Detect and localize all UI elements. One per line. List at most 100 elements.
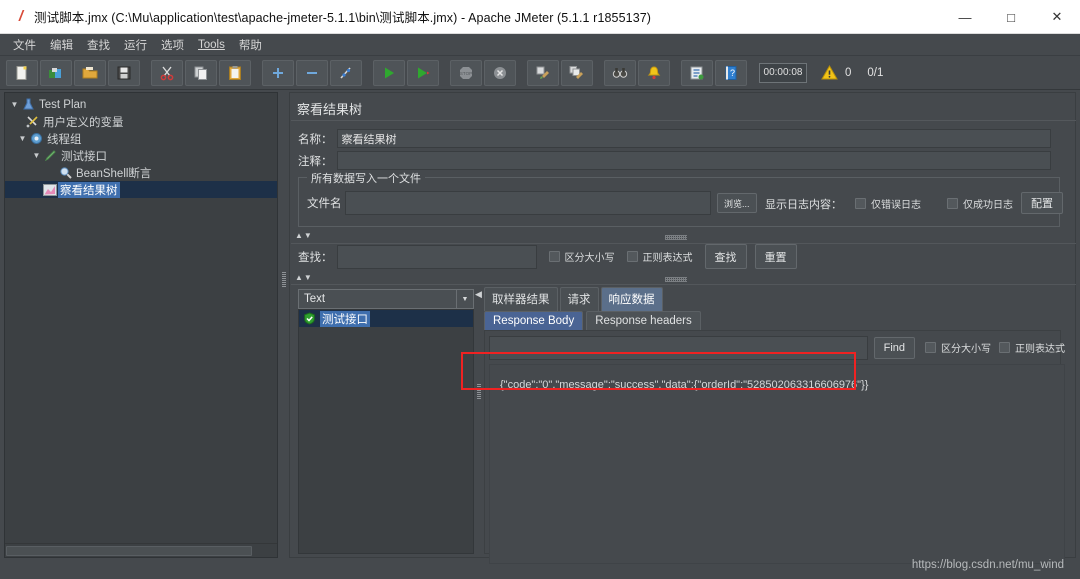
search-find-button[interactable]: 查找: [705, 244, 747, 269]
tab-request[interactable]: 请求: [560, 287, 599, 311]
checkbox-box[interactable]: [925, 342, 936, 353]
jmeter-feather-icon: /: [8, 8, 34, 25]
filename-input[interactable]: [345, 191, 711, 215]
success-only-checkbox[interactable]: 仅成功日志: [947, 196, 1013, 211]
filename-label: 文件名: [307, 195, 342, 211]
response-case-sensitive-checkbox[interactable]: 区分大小写: [925, 340, 991, 355]
search-regex-label: 正则表达式: [643, 249, 693, 264]
subtab-response-headers[interactable]: Response headers: [586, 311, 701, 331]
toolbar-toggle[interactable]: [330, 60, 362, 86]
maximize-button[interactable]: □: [988, 0, 1034, 34]
menu-run[interactable]: 运行: [117, 35, 154, 55]
toolbar-copy[interactable]: [185, 60, 217, 86]
toolbar-save[interactable]: [108, 60, 140, 86]
menu-options[interactable]: 选项: [154, 35, 191, 55]
search-input[interactable]: [337, 245, 537, 269]
response-find-input[interactable]: [489, 336, 868, 360]
search-reset-button[interactable]: 重置: [755, 244, 797, 269]
toolbar-cut[interactable]: [151, 60, 183, 86]
name-row: 名称： 察看结果树: [298, 129, 1051, 148]
tree-node-beanshell-assertion[interactable]: BeanShell断言: [5, 164, 277, 181]
splitter-grip[interactable]: [477, 384, 481, 400]
scrollbar-thumb[interactable]: [6, 546, 252, 556]
close-button[interactable]: ✕: [1034, 0, 1080, 34]
renderer-combo[interactable]: Text ▼: [298, 289, 474, 309]
search-case-sensitive-checkbox[interactable]: 区分大小写: [549, 249, 615, 264]
toolbar-clear-all[interactable]: [561, 60, 593, 86]
minimize-button[interactable]: —: [942, 0, 988, 34]
search-regex-checkbox[interactable]: 正则表达式: [627, 249, 693, 264]
checkbox-box[interactable]: [947, 198, 958, 209]
response-body-text: {"code":"0","message":"success","data":{…: [500, 379, 868, 391]
search-collapse-arrows[interactable]: ▲▼: [295, 273, 313, 282]
tree-horizontal-scrollbar[interactable]: [5, 543, 278, 557]
menu-help[interactable]: 帮助: [232, 35, 269, 55]
chevron-down-icon[interactable]: ▼: [17, 130, 28, 147]
chevron-down-icon[interactable]: ▼: [9, 96, 20, 113]
toolbar-shutdown[interactable]: [484, 60, 516, 86]
elapsed-timer: 00:00:08: [759, 63, 807, 83]
chevron-down-icon[interactable]: ▼: [456, 290, 473, 308]
toolbar-start-no-pauses[interactable]: [407, 60, 439, 86]
response-body-textarea[interactable]: {"code":"0","message":"success","data":{…: [489, 364, 1065, 564]
menu-tools[interactable]: Tools: [191, 37, 232, 53]
tab-sampler-result[interactable]: 取样器结果: [484, 287, 558, 311]
errors-only-checkbox[interactable]: 仅错误日志: [855, 196, 921, 211]
browse-button[interactable]: 浏览...: [717, 193, 757, 213]
toolbar-paste[interactable]: [219, 60, 251, 86]
checkbox-box[interactable]: [627, 251, 638, 262]
name-input[interactable]: 察看结果树: [337, 129, 1051, 148]
test-plan-icon: [20, 98, 37, 111]
tab-response-data[interactable]: 响应数据: [601, 287, 663, 311]
toolbar-collapse[interactable]: [296, 60, 328, 86]
tree-node-view-results-tree[interactable]: 察看结果树: [5, 181, 277, 198]
chevron-down-icon[interactable]: ▼: [31, 147, 42, 164]
toolbar-help[interactable]: ?: [715, 60, 747, 86]
splitter-grip[interactable]: [282, 272, 286, 288]
response-find-button[interactable]: Find: [874, 337, 915, 359]
checkbox-box[interactable]: [549, 251, 560, 262]
log-display-label: 显示日志内容：: [765, 196, 842, 212]
horizontal-splitter-grip-upper[interactable]: [665, 235, 687, 240]
toolbar: STOP ? 00:00:08 0 0/1: [0, 56, 1080, 90]
results-list[interactable]: 测试接口: [298, 309, 474, 554]
toolbar-templates[interactable]: [40, 60, 72, 86]
errors-only-label: 仅错误日志: [871, 196, 921, 211]
toolbar-function-helper[interactable]: [681, 60, 713, 86]
file-output-group: 所有数据写入一个文件 文件名 浏览... 显示日志内容： 仅错误日志 仅成功日志…: [298, 177, 1060, 227]
toolbar-start[interactable]: [373, 60, 405, 86]
menu-search[interactable]: 查找: [80, 35, 117, 55]
tree-node-label: BeanShell断言: [74, 165, 153, 181]
tree-node-test-plan[interactable]: ▼ Test Plan: [5, 96, 277, 113]
menu-edit[interactable]: 编辑: [43, 35, 80, 55]
toolbar-open[interactable]: [74, 60, 106, 86]
tree-node-sampler[interactable]: ▼ 测试接口: [5, 147, 277, 164]
page-title: 察看结果树: [297, 99, 362, 118]
toolbar-reset-search[interactable]: [638, 60, 670, 86]
tree-node-user-variables[interactable]: 用户定义的变量: [5, 113, 277, 130]
toolbar-clear[interactable]: [527, 60, 559, 86]
search-case-sensitive-label: 区分大小写: [565, 249, 615, 264]
tree-node-thread-group[interactable]: ▼ 线程组: [5, 130, 277, 147]
result-list-item[interactable]: 测试接口: [299, 310, 473, 327]
toolbar-stop[interactable]: STOP: [450, 60, 482, 86]
warning-indicator[interactable]: 0: [821, 65, 851, 80]
results-splitter[interactable]: ◀: [475, 289, 484, 554]
horizontal-splitter-grip-lower[interactable]: [665, 277, 687, 282]
response-regex-checkbox[interactable]: 正则表达式: [999, 340, 1065, 355]
sampler-pen-icon: [42, 149, 59, 162]
group-collapse-arrows[interactable]: ▲▼: [295, 231, 313, 240]
checkbox-box[interactable]: [999, 342, 1010, 353]
comment-input[interactable]: [337, 151, 1051, 170]
test-plan-tree[interactable]: ▼ Test Plan 用户定义的变量 ▼ 线程组 ▼: [4, 92, 278, 558]
menu-file[interactable]: 文件: [6, 35, 43, 55]
toolbar-search[interactable]: [604, 60, 636, 86]
toolbar-expand[interactable]: [262, 60, 294, 86]
checkbox-box[interactable]: [855, 198, 866, 209]
subtab-response-body[interactable]: Response Body: [484, 311, 583, 331]
configure-button[interactable]: 配置: [1021, 192, 1063, 214]
toolbar-new[interactable]: [6, 60, 38, 86]
main-splitter[interactable]: [279, 92, 289, 558]
warning-count: 0: [845, 67, 851, 79]
splitter-collapse-arrow[interactable]: ◀: [475, 289, 482, 300]
